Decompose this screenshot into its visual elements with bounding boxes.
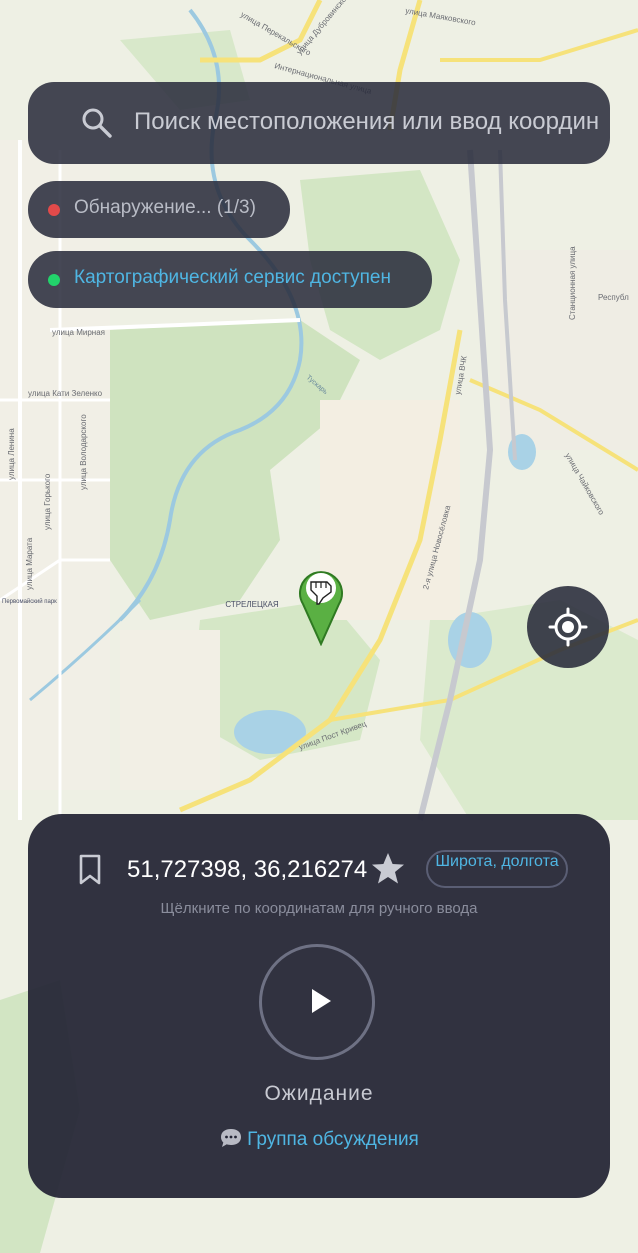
play-icon [312,989,331,1013]
map-label-street: улица Горького [43,473,52,530]
coordinate-format-button[interactable]: Широта, долгота [426,850,568,888]
status-dot-red [48,204,60,216]
discovery-status: Обнаружение... (1/3) [28,181,290,238]
map-label-street: улица Марата [25,537,34,590]
manual-input-hint: Щёлкните по координатам для ручного ввод… [160,900,478,917]
control-panel: 51,727398, 36,216274 Широта, долгота Щёл… [28,814,610,1198]
map-label-street: Первомайский парк [2,598,57,605]
search-icon [82,108,112,138]
map-service-status-text: Картографический сервис доступен [74,267,391,288]
map-pin-icon[interactable] [297,564,345,646]
map-label-street: Станционная улица [568,246,577,320]
speech-bubble-icon [221,1129,242,1147]
discussion-group-label: Группа обсуждения [247,1129,419,1150]
bookmark-icon[interactable] [78,854,102,886]
crosshair-icon [548,607,588,647]
playback-state: Ожидание [264,1082,374,1105]
search-bar[interactable]: Поиск местоположения или ввод координ [28,82,610,164]
map-label-district: СТРЕЛЕЦКАЯ [225,600,279,609]
map-label-street: улица Володарского [79,414,88,490]
map-service-status: Картографический сервис доступен [28,251,432,308]
locate-me-button[interactable] [527,586,609,668]
play-button[interactable] [259,944,375,1060]
search-input[interactable]: Поиск местоположения или ввод координ [134,108,624,136]
discussion-group-link[interactable]: Группа обсуждения [28,1128,610,1151]
status-dot-green [48,274,60,286]
discovery-status-text: Обнаружение... (1/3) [74,197,256,218]
map-label-street: улица Кати Зеленко [28,389,103,398]
map-label-street: улица Мирная [52,328,105,337]
favorite-star-icon[interactable] [370,851,406,887]
map-label-street: Республ [598,293,629,302]
map-label-street: улица Ленина [7,428,16,480]
coordinates-value[interactable]: 51,727398, 36,216274 [127,856,367,884]
